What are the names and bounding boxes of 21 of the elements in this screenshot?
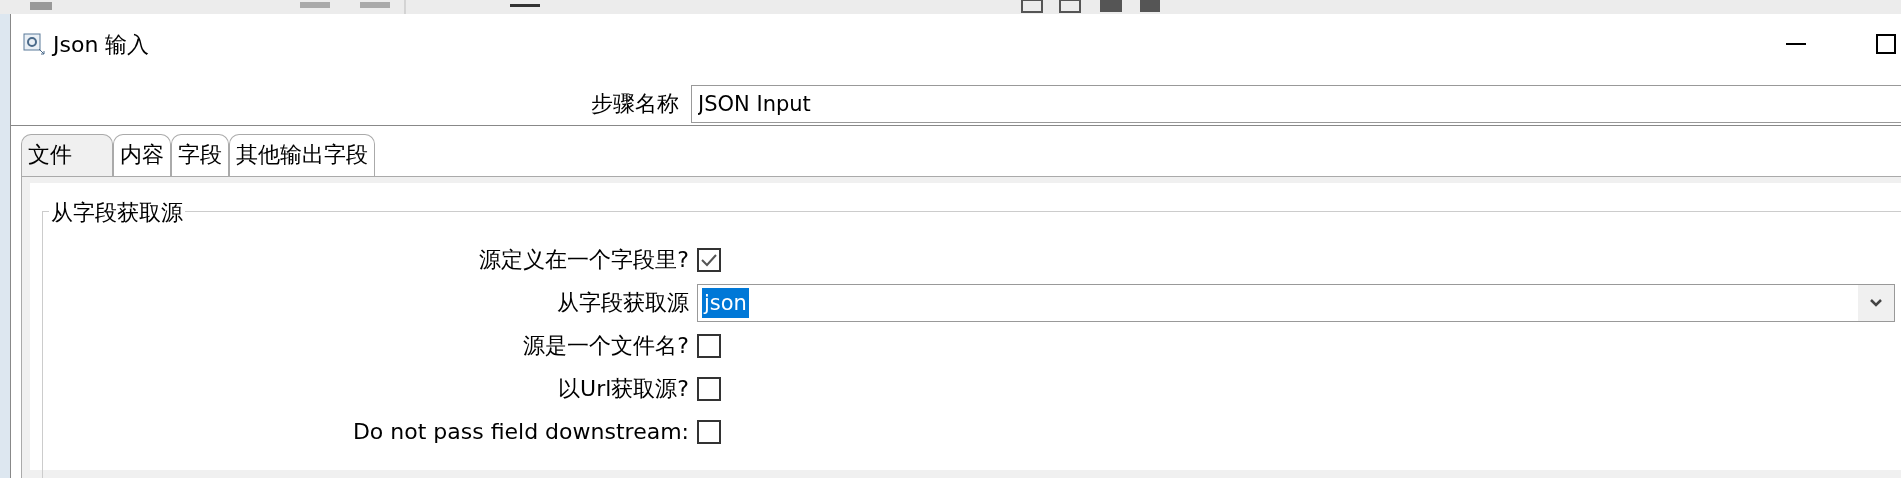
window-icon <box>23 33 45 55</box>
field-label: 源是一个文件名? <box>522 332 690 360</box>
dropdown-field[interactable]: json <box>697 283 1895 322</box>
field-label: Do not pass field downstream: <box>351 418 690 446</box>
field-label: 源定义在一个字段里? <box>478 246 690 274</box>
field-label: 从字段获取源 <box>556 289 690 317</box>
step-name-label: 步骤名称 <box>590 90 680 118</box>
tab[interactable]: 字段 <box>171 134 229 176</box>
checkbox[interactable] <box>697 247 721 272</box>
checkbox[interactable] <box>697 333 721 358</box>
field-label: 以Url获取源? <box>557 375 690 403</box>
checkbox[interactable] <box>697 419 721 444</box>
tab[interactable]: 文件 <box>21 134 113 176</box>
tab[interactable]: 内容 <box>113 134 171 176</box>
tab[interactable]: 其他输出字段 <box>229 134 375 176</box>
window-title: Json 输入 <box>53 30 150 59</box>
checkbox[interactable] <box>697 376 721 401</box>
chevron-down-icon <box>1870 298 1882 307</box>
maximize-icon <box>1876 34 1896 54</box>
check-icon <box>700 252 718 267</box>
minimize-icon <box>1786 43 1806 45</box>
